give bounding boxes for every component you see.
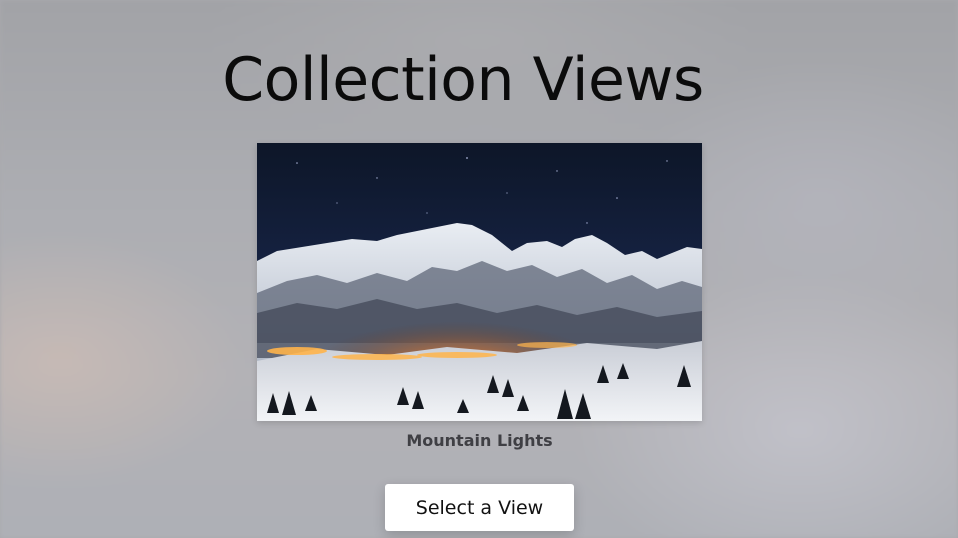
page-title: Collection Views (222, 45, 704, 115)
select-a-view-button[interactable]: Select a View (385, 484, 574, 531)
collection-item-caption: Mountain Lights (406, 431, 553, 450)
mountain-lights-image (257, 143, 702, 421)
collection-item-mountain-lights[interactable] (257, 143, 702, 421)
